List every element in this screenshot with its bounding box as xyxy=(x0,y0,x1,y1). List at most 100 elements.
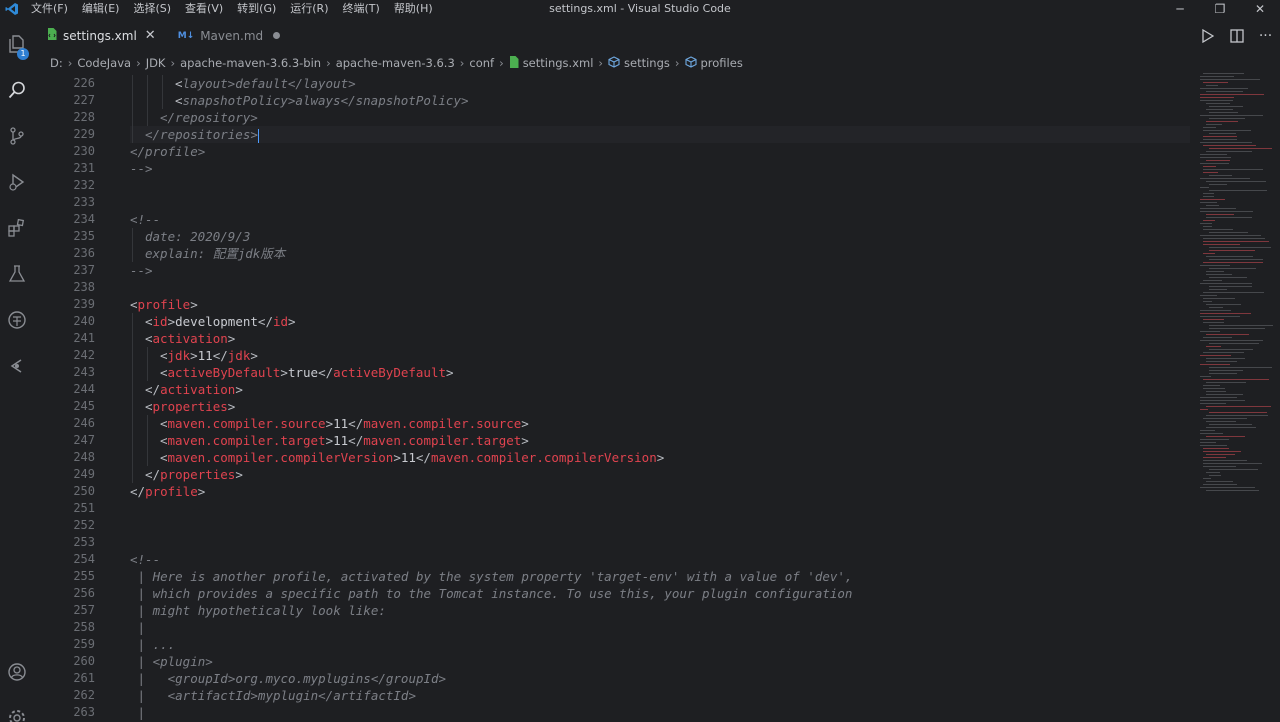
code-line[interactable]: <maven.compiler.source>11</maven.compile… xyxy=(130,415,1190,432)
code-line[interactable] xyxy=(130,194,1190,211)
minimap-line xyxy=(1203,280,1222,281)
code-line[interactable]: </repository> xyxy=(130,109,1190,126)
code-line[interactable] xyxy=(130,279,1190,296)
tab-settings-xml[interactable]: settings.xml ✕ xyxy=(33,18,164,53)
minimap[interactable] xyxy=(1196,73,1280,503)
code-line[interactable] xyxy=(130,517,1190,534)
minimap-line xyxy=(1200,295,1217,296)
code-line[interactable]: | ... xyxy=(130,636,1190,653)
breadcrumb-item[interactable]: profiles xyxy=(701,56,743,70)
close-tab-icon[interactable]: ✕ xyxy=(145,28,156,43)
breadcrumb-item[interactable]: settings xyxy=(624,56,670,70)
menu-item[interactable]: 编辑(E) xyxy=(75,0,127,18)
minimap-line xyxy=(1206,421,1236,422)
code-line[interactable]: <snapshotPolicy>always</snapshotPolicy> xyxy=(130,92,1190,109)
code-line[interactable]: </repositories> xyxy=(130,126,1190,143)
indent-guide xyxy=(132,245,133,262)
xml-tag-name: activeByDefault xyxy=(333,365,447,380)
line-number: 258 xyxy=(73,620,95,634)
settings-gear-icon[interactable] xyxy=(0,698,33,722)
menu-item[interactable]: 查看(V) xyxy=(178,0,230,18)
code-line[interactable]: --> xyxy=(130,262,1190,279)
run-debug-icon[interactable] xyxy=(0,162,33,202)
code-line[interactable]: | might hypothetically look like: xyxy=(130,602,1190,619)
code-line[interactable] xyxy=(130,534,1190,551)
remote-explorer-icon[interactable] xyxy=(0,300,33,340)
code-area[interactable]: <layout>default</layout> <snapshotPolicy>… xyxy=(130,75,1190,721)
breadcrumb-item[interactable]: CodeJava xyxy=(77,56,131,70)
breadcrumb-item[interactable]: apache-maven-3.6.3 xyxy=(336,56,455,70)
code-line[interactable]: | <plugin> xyxy=(130,653,1190,670)
code-line[interactable]: <activeByDefault>true</activeByDefault> xyxy=(130,364,1190,381)
code-line[interactable] xyxy=(130,177,1190,194)
code-line[interactable]: | which provides a specific path to the … xyxy=(130,585,1190,602)
code-line[interactable]: | xyxy=(130,704,1190,721)
split-editor-icon[interactable] xyxy=(1222,28,1251,43)
breadcrumb-item[interactable]: conf xyxy=(469,56,494,70)
code-token: > xyxy=(393,450,401,465)
code-line[interactable]: date: 2020/9/3 xyxy=(130,228,1190,245)
close-window-icon[interactable]: ✕ xyxy=(1240,0,1280,18)
code-line[interactable]: </properties> xyxy=(130,466,1190,483)
breadcrumb-item[interactable]: apache-maven-3.6.3-bin xyxy=(180,56,321,70)
code-line[interactable]: </activation> xyxy=(130,381,1190,398)
comment-text: | xyxy=(130,620,146,635)
code-line[interactable]: <activation> xyxy=(130,330,1190,347)
code-line[interactable]: | Here is another profile, activated by … xyxy=(130,568,1190,585)
account-icon[interactable] xyxy=(0,652,33,692)
search-icon[interactable] xyxy=(0,70,33,110)
source-control-icon[interactable] xyxy=(0,116,33,156)
minimap-line xyxy=(1206,427,1256,428)
code-line[interactable]: <properties> xyxy=(130,398,1190,415)
more-actions-icon[interactable]: ··· xyxy=(1251,28,1280,44)
code-line[interactable]: --> xyxy=(130,160,1190,177)
breadcrumb-item[interactable]: D: xyxy=(50,56,63,70)
code-line[interactable]: </profile> xyxy=(130,143,1190,160)
tab-maven-md[interactable]: M↓ Maven.md xyxy=(164,18,288,53)
code-line[interactable]: <!-- xyxy=(130,551,1190,568)
code-line[interactable]: explain: 配置jdk版本 xyxy=(130,245,1190,262)
restore-icon[interactable]: ❐ xyxy=(1200,0,1240,18)
menu-item[interactable]: 选择(S) xyxy=(126,0,178,18)
xml-tag-name: maven.compiler.target xyxy=(167,433,326,448)
comment-text: | <plugin> xyxy=(130,654,213,669)
minimize-icon[interactable]: ─ xyxy=(1160,0,1200,18)
testing-flask-icon[interactable] xyxy=(0,254,33,294)
code-editor[interactable]: 226 227 228 229 230 231 232 233 234 235 236 237 238 2… xyxy=(33,75,1193,722)
gitlens-icon[interactable] xyxy=(0,346,33,386)
code-line[interactable]: <profile> xyxy=(130,296,1190,313)
menu-item[interactable]: 转到(G) xyxy=(230,0,283,18)
minimap-line xyxy=(1203,169,1263,170)
code-line[interactable] xyxy=(130,500,1190,517)
extensions-icon[interactable] xyxy=(0,208,33,248)
comment-text: <!-- xyxy=(130,212,161,227)
code-line[interactable]: | <groupId>org.myco.myplugins</groupId> xyxy=(130,670,1190,687)
menu-item[interactable]: 帮助(H) xyxy=(387,0,440,18)
code-line[interactable]: <maven.compiler.compilerVersion>11</mave… xyxy=(130,449,1190,466)
code-line[interactable]: <maven.compiler.target>11</maven.compile… xyxy=(130,432,1190,449)
run-icon[interactable] xyxy=(1193,28,1222,43)
minimap-line xyxy=(1206,391,1226,392)
breadcrumb-item[interactable]: settings.xml xyxy=(523,56,594,70)
comment-text: | Here is another profile, activated by … xyxy=(130,569,853,584)
code-token: </ xyxy=(145,382,161,397)
menu-item[interactable]: 运行(R) xyxy=(283,0,335,18)
breadcrumb-item[interactable]: JDK xyxy=(146,56,166,70)
unsaved-dot-icon[interactable] xyxy=(273,32,281,39)
xml-tag-name: jdk xyxy=(167,348,191,363)
code-line[interactable]: <id>development</id> xyxy=(130,313,1190,330)
code-line[interactable]: <layout>default</layout> xyxy=(130,75,1190,92)
code-line[interactable]: </profile> xyxy=(130,483,1190,500)
explorer-icon[interactable]: 1 xyxy=(0,24,33,64)
code-token: > xyxy=(250,348,258,363)
xml-tag-name: profile xyxy=(145,484,198,499)
menu-item[interactable]: 终端(T) xyxy=(336,0,387,18)
line-number: 259 xyxy=(73,637,95,651)
title-bar: 文件(F) 编辑(E) 选择(S) 查看(V) 转到(G) 运行(R) 终端(T) 帮助(H)… xyxy=(0,0,1280,18)
minimap-line xyxy=(1209,424,1252,425)
code-line[interactable]: | <artifactId>myplugin</artifactId> xyxy=(130,687,1190,704)
code-line[interactable]: <!-- xyxy=(130,211,1190,228)
code-line[interactable]: | xyxy=(130,619,1190,636)
code-line[interactable]: <jdk>11</jdk> xyxy=(130,347,1190,364)
menu-item[interactable]: 文件(F) xyxy=(24,0,75,18)
